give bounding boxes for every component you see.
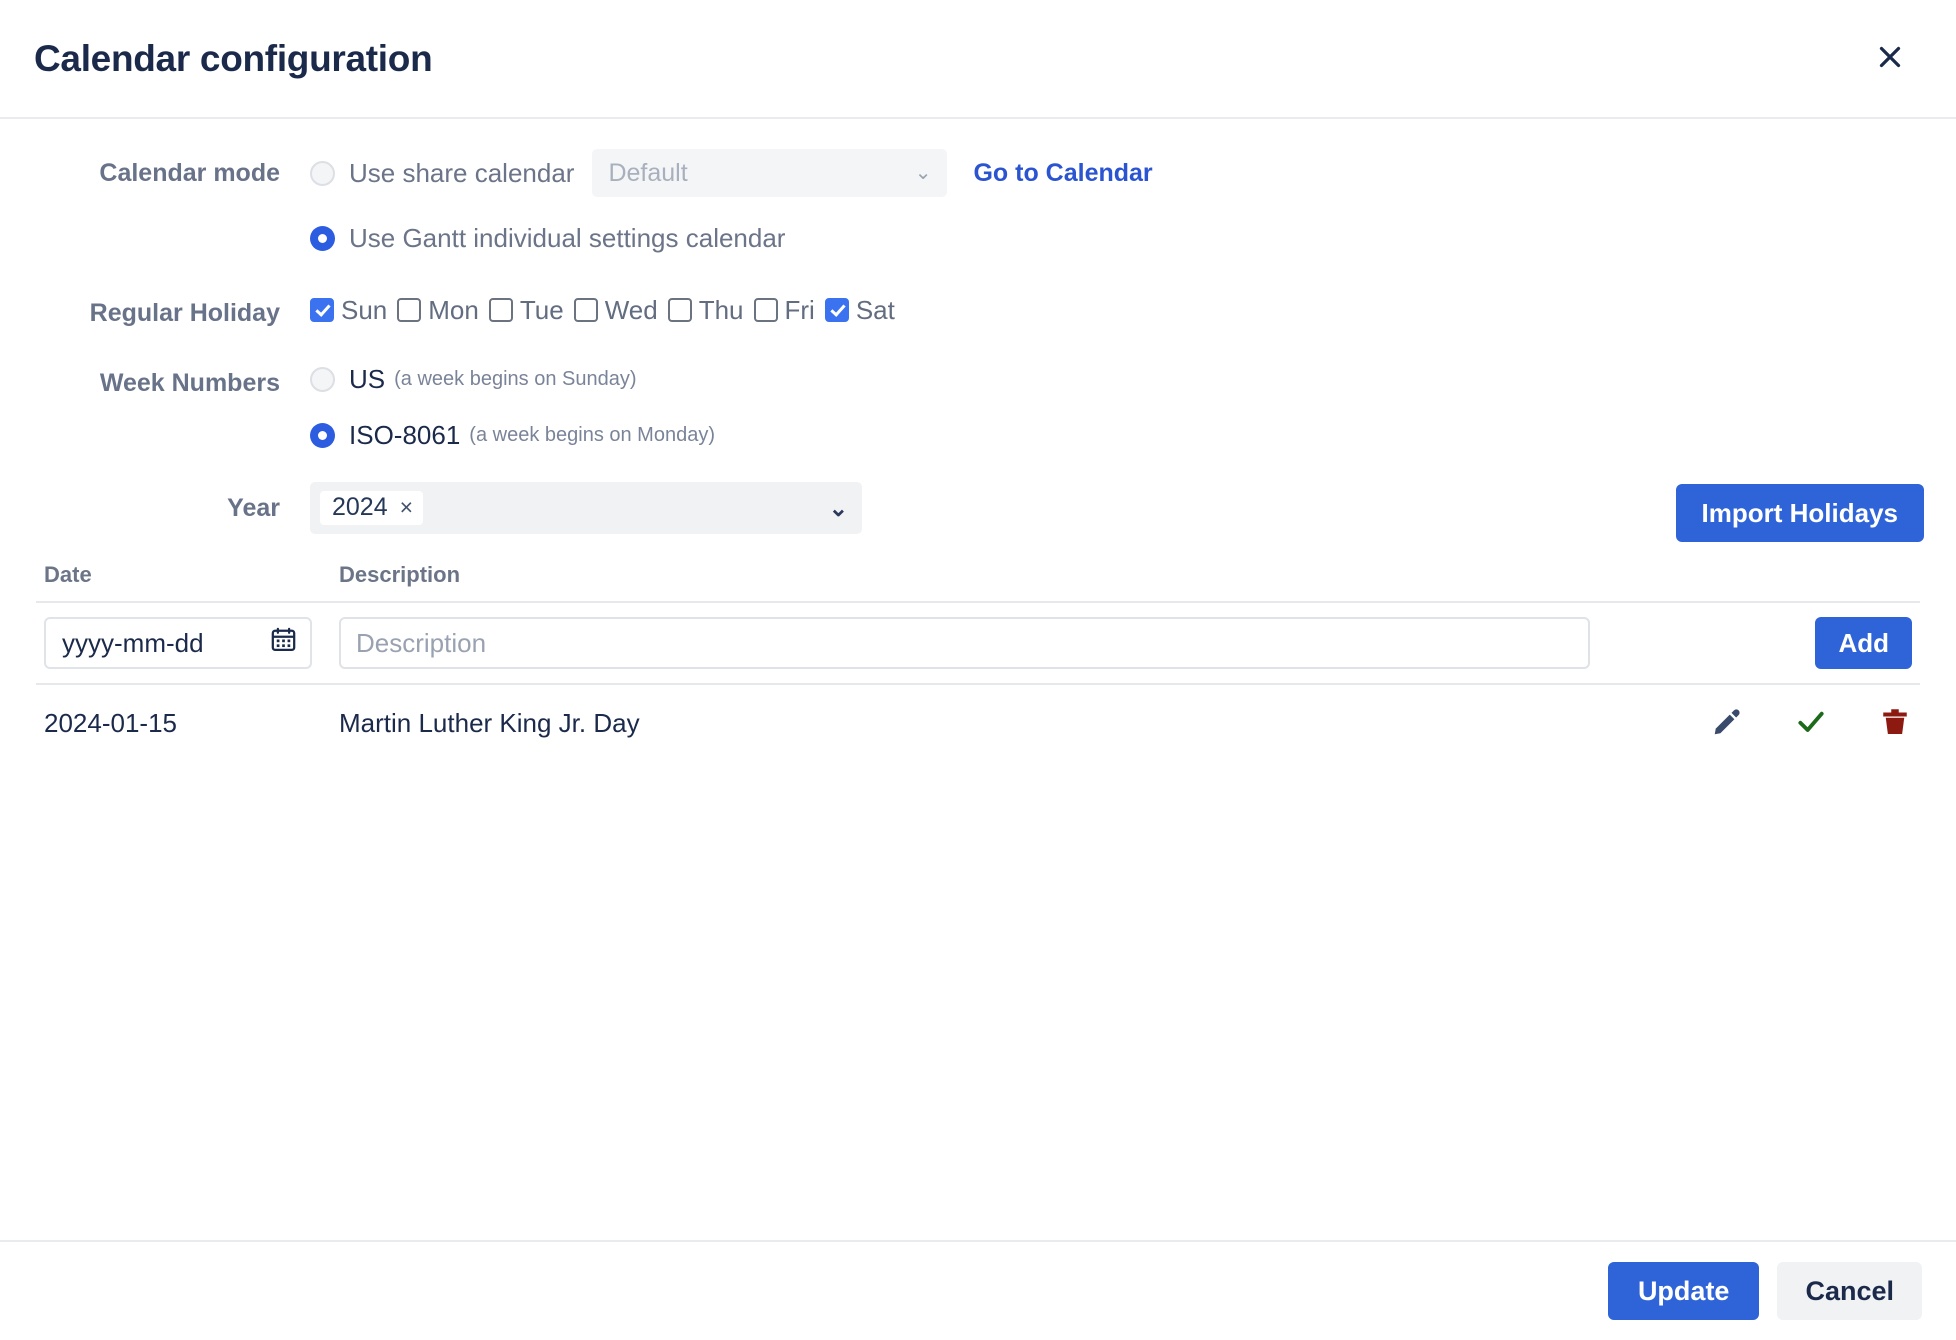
checkbox-sat[interactable]: Sat <box>825 297 895 323</box>
dialog-footer: Update Cancel <box>0 1240 1956 1340</box>
radio-us-label[interactable]: US <box>349 366 385 392</box>
week-numbers-iso-wrap: ISO-8061 (a week begins on Monday) <box>310 422 1956 448</box>
regular-holiday-label: Regular Holiday <box>0 297 310 326</box>
checkbox-wed-box[interactable] <box>574 298 598 322</box>
table-row: 2024-01-15 Martin Luther King Jr. Day <box>36 685 1920 761</box>
confirm-icon <box>1795 706 1827 741</box>
checkbox-mon-label: Mon <box>428 297 479 323</box>
checkbox-mon-box[interactable] <box>397 298 421 322</box>
checkbox-sun-box[interactable] <box>310 298 334 322</box>
year-multiselect[interactable]: 2024 × ⌄ <box>310 482 862 534</box>
delete-icon <box>1880 707 1910 740</box>
add-button[interactable]: Add <box>1815 617 1912 669</box>
column-header-actions <box>1612 562 1912 588</box>
close-icon <box>1875 42 1905 75</box>
description-input[interactable] <box>339 617 1590 669</box>
row-date: 2024-01-15 <box>44 708 339 739</box>
checkbox-tue-label: Tue <box>520 297 564 323</box>
new-entry-date-cell: yyyy-mm-dd <box>44 617 339 669</box>
dialog-body: Calendar mode Use share calendar Default… <box>0 119 1956 1240</box>
close-button[interactable] <box>1864 33 1916 85</box>
dialog-header: Calendar configuration <box>0 0 1956 119</box>
radio-iso-label[interactable]: ISO-8061 <box>349 422 460 448</box>
date-input-placeholder: yyyy-mm-dd <box>62 628 204 659</box>
checkbox-fri-label: Fri <box>785 297 815 323</box>
edit-icon <box>1712 707 1742 740</box>
share-calendar-value: Default <box>608 159 687 188</box>
radio-iso-indicator[interactable] <box>310 423 335 448</box>
page-title: Calendar configuration <box>34 40 432 77</box>
calendar-icon[interactable] <box>270 626 297 660</box>
column-header-description: Description <box>339 562 1612 588</box>
calendar-mode-options: Use share calendar Default ⌄ Go to Calen… <box>310 149 1956 197</box>
radio-gantt-indicator[interactable] <box>310 226 335 251</box>
checkbox-thu-box[interactable] <box>668 298 692 322</box>
radio-use-gantt-calendar[interactable]: Use Gantt individual settings calendar <box>310 225 785 251</box>
year-chevron-down-icon: ⌄ <box>829 495 848 522</box>
checkbox-thu-label: Thu <box>699 297 744 323</box>
go-to-calendar-link[interactable]: Go to Calendar <box>973 159 1152 188</box>
checkbox-tue[interactable]: Tue <box>489 297 564 323</box>
field-week-numbers-iso: ISO-8061 (a week begins on Monday) <box>0 422 1956 448</box>
year-chip-remove-icon[interactable]: × <box>400 496 413 519</box>
checkbox-wed-label: Wed <box>605 297 658 323</box>
checkbox-tue-box[interactable] <box>489 298 513 322</box>
update-button[interactable]: Update <box>1608 1262 1760 1320</box>
checkbox-fri[interactable]: Fri <box>754 297 815 323</box>
row-action-cell <box>1612 706 1912 740</box>
table-header-row: Date Description <box>36 562 1920 601</box>
column-header-date: Date <box>44 562 339 588</box>
week-numbers-options: US (a week begins on Sunday) <box>310 366 1956 392</box>
year-field: 2024 × ⌄ Import Holidays <box>310 482 1956 534</box>
year-chip-value: 2024 <box>332 495 388 520</box>
add-button-wrap: Add <box>1612 617 1912 669</box>
row-description: Martin Luther King Jr. Day <box>339 708 1612 739</box>
radio-week-iso[interactable]: ISO-8061 (a week begins on Monday) <box>310 422 715 448</box>
year-chip: 2024 × <box>320 491 423 525</box>
regular-holiday-checkboxes: Sun Mon Tue Wed <box>310 297 1956 323</box>
field-regular-holiday: Regular Holiday Sun Mon Tue <box>0 297 1956 326</box>
holidays-table: Date Description yyyy-mm-dd <box>0 562 1956 761</box>
checkbox-thu[interactable]: Thu <box>668 297 744 323</box>
import-holidays-button[interactable]: Import Holidays <box>1676 484 1924 542</box>
field-calendar-mode: Calendar mode Use share calendar Default… <box>0 149 1956 197</box>
checkbox-fri-box[interactable] <box>754 298 778 322</box>
checkbox-sun-label: Sun <box>341 297 387 323</box>
checkbox-wed[interactable]: Wed <box>574 297 658 323</box>
radio-us-note: (a week begins on Sunday) <box>394 369 636 389</box>
radio-share-indicator[interactable] <box>310 161 335 186</box>
new-entry-description-cell <box>339 617 1612 669</box>
radio-use-share-calendar[interactable]: Use share calendar <box>310 160 574 186</box>
share-calendar-select[interactable]: Default ⌄ <box>592 149 947 197</box>
settings-form: Calendar mode Use share calendar Default… <box>0 119 1956 534</box>
field-year: Year 2024 × ⌄ Import Holidays <box>0 482 1956 534</box>
radio-us-indicator[interactable] <box>310 367 335 392</box>
radio-iso-note: (a week begins on Monday) <box>469 425 715 445</box>
week-numbers-label: Week Numbers <box>0 366 310 396</box>
radio-share-label[interactable]: Use share calendar <box>349 160 574 186</box>
checkbox-mon[interactable]: Mon <box>397 297 479 323</box>
confirm-row-button[interactable] <box>1794 706 1828 740</box>
year-label: Year <box>0 482 310 521</box>
calendar-configuration-dialog: Calendar configuration Calendar mode Use… <box>0 0 1956 1340</box>
date-input[interactable]: yyyy-mm-dd <box>44 617 312 669</box>
delete-row-button[interactable] <box>1878 706 1912 740</box>
radio-week-us[interactable]: US (a week begins on Sunday) <box>310 366 637 392</box>
table-new-entry-row: yyyy-mm-dd <box>36 601 1920 685</box>
checkbox-sun[interactable]: Sun <box>310 297 387 323</box>
field-calendar-mode-gantt: Use Gantt individual settings calendar <box>0 225 1956 251</box>
cancel-button[interactable]: Cancel <box>1777 1262 1922 1320</box>
field-week-numbers: Week Numbers US (a week begins on Sunday… <box>0 366 1956 396</box>
checkbox-sat-label: Sat <box>856 297 895 323</box>
gantt-option-wrap: Use Gantt individual settings calendar <box>310 225 1956 251</box>
calendar-mode-label: Calendar mode <box>0 149 310 186</box>
checkbox-sat-box[interactable] <box>825 298 849 322</box>
chevron-down-icon: ⌄ <box>915 163 932 183</box>
new-entry-action-cell: Add <box>1612 617 1912 669</box>
weekday-checkbox-group: Sun Mon Tue Wed <box>310 297 905 323</box>
row-actions <box>1612 706 1925 740</box>
edit-row-button[interactable] <box>1710 706 1744 740</box>
radio-gantt-label[interactable]: Use Gantt individual settings calendar <box>349 225 785 251</box>
